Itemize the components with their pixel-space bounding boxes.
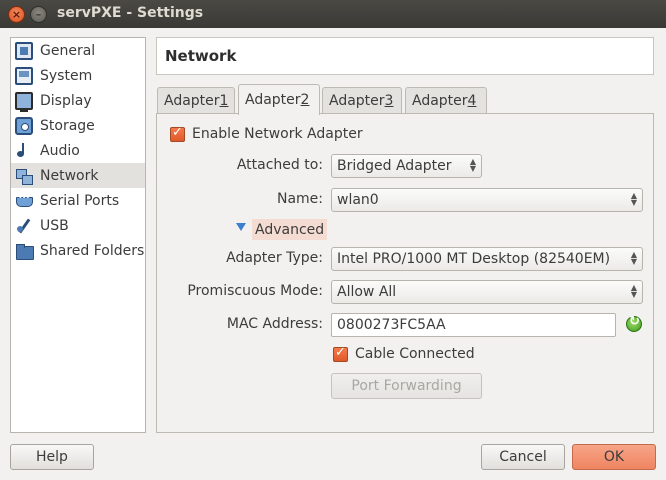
- name-label: Name:: [276, 191, 323, 207]
- tab-label: Adapter: [245, 92, 301, 108]
- attached-to-value: Bridged Adapter: [337, 158, 452, 174]
- display-icon: [15, 91, 33, 112]
- sidebar-item-display[interactable]: Display: [11, 88, 145, 113]
- advanced-toggle[interactable]: Advanced: [252, 219, 328, 240]
- tab-label: Adapter: [412, 93, 468, 109]
- adapter-type-label: Adapter Type:: [226, 250, 323, 266]
- settings-sidebar: General System Display Storage Audio Net…: [10, 37, 146, 433]
- name-value: wlan0: [337, 192, 379, 208]
- adapter-type-value: Intel PRO/1000 MT Desktop (82540EM): [337, 251, 611, 267]
- mac-address-label: MAC Address:: [226, 316, 323, 332]
- general-icon: [15, 41, 33, 60]
- tab-mnemonic: 3: [384, 93, 394, 109]
- spin-arrows-icon: ▲ ▼: [469, 157, 476, 173]
- audio-icon: [15, 142, 33, 160]
- spin-arrows-icon: ▲ ▼: [630, 191, 637, 207]
- mac-address-value: 0800273FC5AA: [337, 317, 446, 333]
- sidebar-item-label: USB: [40, 217, 69, 234]
- enable-adapter-label: Enable Network Adapter: [192, 126, 363, 142]
- storage-icon: [15, 116, 33, 135]
- attached-to-select[interactable]: Bridged Adapter ▲ ▼: [331, 154, 482, 178]
- network-icon: [15, 167, 33, 185]
- sidebar-item-storage[interactable]: Storage: [11, 113, 145, 138]
- page-header: Network: [156, 37, 654, 75]
- cancel-button[interactable]: Cancel: [481, 444, 565, 470]
- name-select[interactable]: wlan0 ▲ ▼: [331, 188, 643, 212]
- sidebar-item-audio[interactable]: Audio: [11, 138, 145, 163]
- sidebar-item-usb[interactable]: USB: [11, 213, 145, 238]
- system-icon: [15, 66, 33, 85]
- tab-label: Adapter: [329, 93, 385, 109]
- minimize-icon: –: [35, 8, 42, 21]
- minimize-window-button[interactable]: –: [30, 6, 47, 23]
- port-forwarding-label: Port Forwarding: [351, 378, 462, 394]
- promiscuous-mode-select[interactable]: Allow All ▲ ▼: [331, 280, 643, 304]
- spin-arrows-icon: ▲ ▼: [630, 250, 637, 266]
- title-bar: × – servPXE - Settings: [0, 0, 666, 28]
- close-icon: ×: [11, 8, 22, 21]
- sidebar-item-system[interactable]: System: [11, 63, 145, 88]
- sidebar-item-label: Network: [40, 167, 99, 184]
- cancel-label: Cancel: [499, 449, 547, 465]
- sidebar-item-label: General: [40, 42, 96, 59]
- mac-address-field[interactable]: 0800273FC5AA: [331, 313, 616, 337]
- sidebar-item-label: Serial Ports: [40, 192, 120, 209]
- sidebar-item-label: Display: [40, 92, 92, 109]
- close-window-button[interactable]: ×: [8, 6, 25, 23]
- cable-connected-label: Cable Connected: [355, 346, 475, 362]
- port-forwarding-button[interactable]: Port Forwarding: [331, 373, 482, 399]
- tab-mnemonic: 4: [467, 93, 477, 109]
- window-title: servPXE - Settings: [57, 5, 204, 21]
- sidebar-item-shared-folders[interactable]: Shared Folders: [11, 238, 145, 263]
- sidebar-item-serial-ports[interactable]: Serial Ports: [11, 188, 145, 213]
- promiscuous-mode-value: Allow All: [337, 284, 397, 300]
- tab-adapter-4[interactable]: Adapter 4: [405, 87, 487, 114]
- page-title: Network: [165, 47, 237, 65]
- disclosure-triangle-icon[interactable]: [236, 223, 246, 231]
- help-label: Help: [36, 449, 68, 465]
- sidebar-item-label: Audio: [40, 142, 80, 159]
- shared-folder-icon: [15, 242, 34, 260]
- sidebar-item-general[interactable]: General: [11, 38, 145, 63]
- sidebar-item-label: System: [40, 67, 93, 84]
- help-button[interactable]: Help: [10, 444, 94, 470]
- tab-mnemonic: 2: [300, 92, 310, 108]
- sidebar-item-label: Shared Folders: [40, 242, 145, 259]
- tab-adapter-2[interactable]: Adapter 2: [238, 84, 320, 115]
- spin-arrows-icon: ▲ ▼: [630, 283, 637, 299]
- tab-mnemonic: 1: [219, 93, 229, 109]
- cable-connected-checkbox[interactable]: [333, 345, 348, 362]
- ok-button[interactable]: OK: [572, 444, 656, 470]
- sidebar-item-network[interactable]: Network: [11, 163, 145, 188]
- attached-to-label: Attached to:: [236, 157, 323, 173]
- ok-label: OK: [603, 449, 625, 465]
- promiscuous-mode-label: Promiscuous Mode:: [187, 283, 323, 299]
- serial-port-icon: [15, 192, 33, 210]
- enable-adapter-checkbox[interactable]: [170, 125, 185, 142]
- tab-adapter-1[interactable]: Adapter 1: [157, 87, 235, 114]
- refresh-mac-icon[interactable]: [626, 314, 642, 332]
- sidebar-item-label: Storage: [40, 117, 95, 134]
- tab-label: Adapter: [164, 93, 220, 109]
- adapter-type-select[interactable]: Intel PRO/1000 MT Desktop (82540EM) ▲ ▼: [331, 247, 643, 271]
- tab-adapter-3[interactable]: Adapter 3: [322, 87, 402, 114]
- usb-icon: [15, 217, 33, 235]
